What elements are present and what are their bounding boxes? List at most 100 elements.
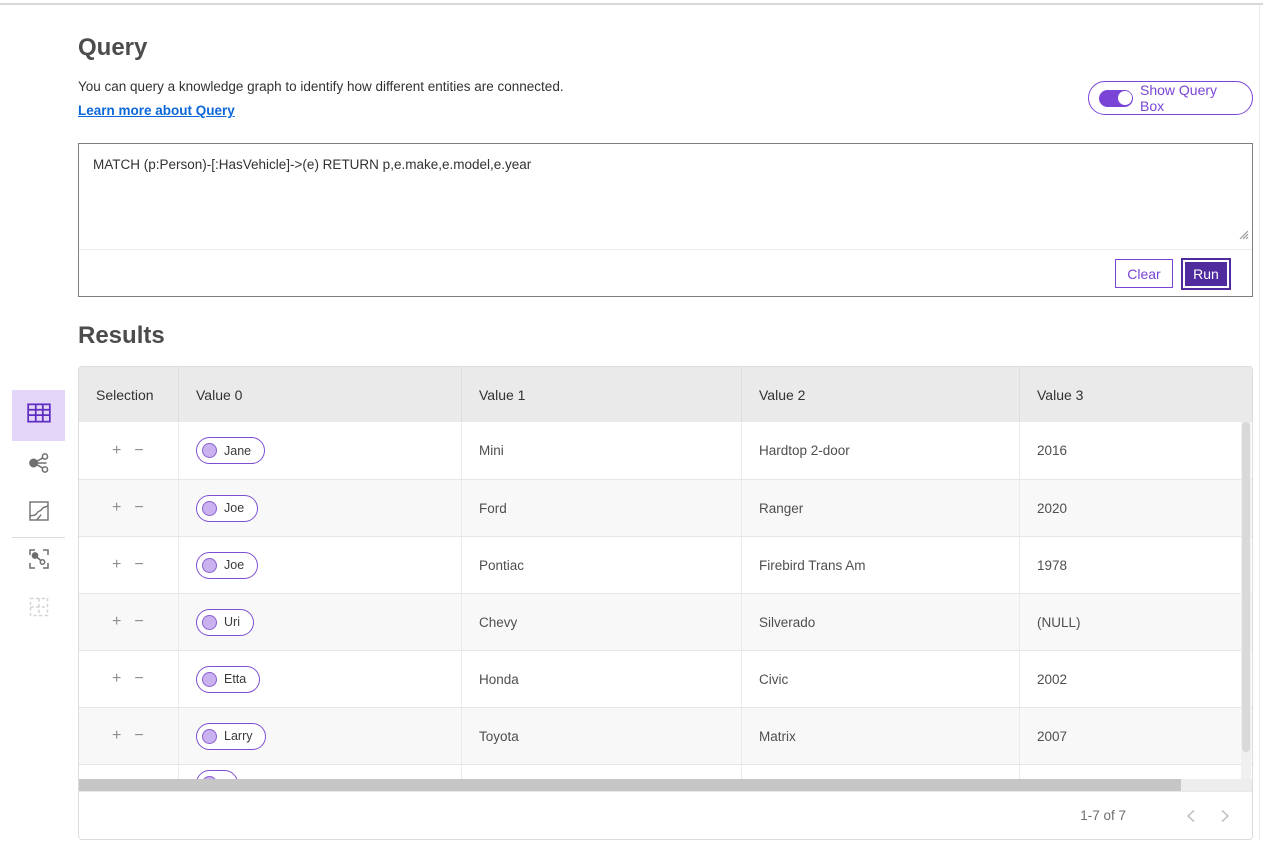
pagination-label: 1-7 of 7 (1080, 808, 1126, 823)
remove-selection-button[interactable]: − (134, 557, 143, 573)
remove-selection-button[interactable]: − (134, 671, 143, 687)
value-cell: Mini (461, 422, 741, 479)
selection-cell: +− (79, 708, 178, 764)
entity-cell: Joe (178, 537, 461, 593)
vertical-scrollbar[interactable] (1241, 422, 1251, 779)
value-cell (461, 765, 741, 779)
table-view-icon (26, 400, 52, 431)
entity-cell: Etta (178, 651, 461, 707)
column-header-value-1: Value 1 (461, 367, 741, 422)
add-selection-button[interactable]: + (112, 614, 121, 630)
value-cell: Firebird Trans Am (741, 537, 1019, 593)
entity-icon (202, 615, 217, 630)
entity-pill[interactable]: Jane (196, 437, 265, 464)
entity-icon (202, 558, 217, 573)
page-right-divider (1259, 5, 1260, 840)
add-selection-button[interactable]: + (112, 557, 121, 573)
selection-cell: +− (79, 422, 178, 479)
results-table: SelectionValue 0Value 1Value 2Value 3 +−… (78, 366, 1253, 840)
add-selection-button[interactable]: + (112, 443, 121, 459)
toggle-switch-icon (1099, 90, 1133, 107)
selection-cell: +− (79, 651, 178, 707)
page-top-divider (0, 3, 1263, 5)
column-header-selection: Selection (79, 367, 178, 422)
selection-cell: +− (79, 480, 178, 536)
value-cell: Chevy (461, 594, 741, 650)
sidebar-item-link-chart-view[interactable] (12, 441, 65, 489)
link-chart-view-icon (26, 450, 52, 481)
value-cell: 1978 (1019, 537, 1252, 593)
selection-cell: +− (79, 594, 178, 650)
learn-more-link[interactable]: Learn more about Query (78, 103, 235, 118)
previous-page-button[interactable] (1186, 809, 1196, 823)
remove-selection-button[interactable]: − (134, 443, 143, 459)
value-cell: Hardtop 2-door (741, 422, 1019, 479)
value-cell: Honda (461, 651, 741, 707)
sidebar-item-table-view[interactable] (12, 390, 65, 441)
value-cell: 2007 (1019, 708, 1252, 764)
value-cell (741, 765, 1019, 779)
value-cell: 2016 (1019, 422, 1252, 479)
query-box: MATCH (p:Person)-[:HasVehicle]->(e) RETU… (78, 143, 1253, 297)
value-cell: Silverado (741, 594, 1019, 650)
horizontal-scrollbar-thumb[interactable] (79, 779, 1181, 791)
entity-pill[interactable]: Joe (196, 552, 258, 579)
entity-pill[interactable]: Uri (196, 609, 254, 636)
entity-pill-label: Jane (224, 444, 251, 458)
show-query-box-toggle[interactable]: Show Query Box (1088, 81, 1253, 115)
results-title: Results (78, 322, 165, 350)
value-cell (1019, 765, 1252, 779)
add-selection-button[interactable]: + (112, 500, 121, 516)
entity-cell: Uri (178, 594, 461, 650)
layout-view-icon (27, 595, 51, 624)
entity-pill[interactable]: Larry (196, 723, 266, 750)
entity-cell: Jane (178, 422, 461, 479)
query-input[interactable]: MATCH (p:Person)-[:HasVehicle]->(e) RETU… (79, 144, 1252, 249)
selection-cell: +− (79, 537, 178, 593)
column-header-value-2: Value 2 (741, 367, 1019, 422)
entity-pill-label: Larry (224, 729, 252, 743)
entity-icon (202, 443, 217, 458)
entity-pill[interactable]: Joe (196, 495, 258, 522)
sidebar-item-layout-view (12, 585, 65, 633)
entity-pill[interactable] (196, 770, 238, 779)
entity-pill[interactable]: Etta (196, 666, 260, 693)
run-button[interactable]: Run (1183, 260, 1229, 288)
table-header-row: SelectionValue 0Value 1Value 2Value 3 (79, 367, 1252, 422)
entity-pill-label: Joe (224, 501, 244, 515)
remove-selection-button[interactable]: − (134, 500, 143, 516)
entity-cell: Larry (178, 708, 461, 764)
add-selection-button[interactable]: + (112, 671, 121, 687)
map-link-chart-view-icon (27, 547, 51, 576)
add-selection-button[interactable]: + (112, 728, 121, 744)
entity-icon (202, 729, 217, 744)
sidebar-item-map-link-chart-view[interactable] (12, 537, 65, 585)
show-query-box-label: Show Query Box (1140, 82, 1240, 114)
column-header-value-3: Value 3 (1019, 367, 1252, 422)
selection-cell (79, 765, 178, 779)
entity-pill-label: Etta (224, 672, 246, 686)
value-cell: Civic (741, 651, 1019, 707)
remove-selection-button[interactable]: − (134, 728, 143, 744)
entity-icon (202, 501, 217, 516)
value-cell: 2020 (1019, 480, 1252, 536)
remove-selection-button[interactable]: − (134, 614, 143, 630)
table-row: +− Uri ChevySilverado(NULL) (79, 593, 1252, 650)
next-page-button[interactable] (1220, 809, 1230, 823)
table-row: +−LarryToyotaMatrix2007 (79, 707, 1252, 764)
map-view-icon (27, 499, 51, 528)
clear-button[interactable]: Clear (1115, 259, 1173, 288)
value-cell: Ford (461, 480, 741, 536)
entity-pill-label: Joe (224, 558, 244, 572)
resize-handle[interactable] (1238, 227, 1249, 245)
horizontal-scrollbar[interactable] (79, 779, 1252, 791)
table-row: +− Jane MiniHardtop 2-door2016 (79, 422, 1252, 479)
value-cell: Ranger (741, 480, 1019, 536)
sidebar-item-map-view[interactable] (12, 489, 65, 537)
value-cell: Toyota (461, 708, 741, 764)
table-row-partial (79, 764, 1252, 779)
page-description: You can query a knowledge graph to ident… (78, 79, 564, 94)
value-cell: (NULL) (1019, 594, 1252, 650)
results-view-sidebar (12, 390, 65, 633)
table-footer: 1-7 of 7 (79, 791, 1252, 839)
